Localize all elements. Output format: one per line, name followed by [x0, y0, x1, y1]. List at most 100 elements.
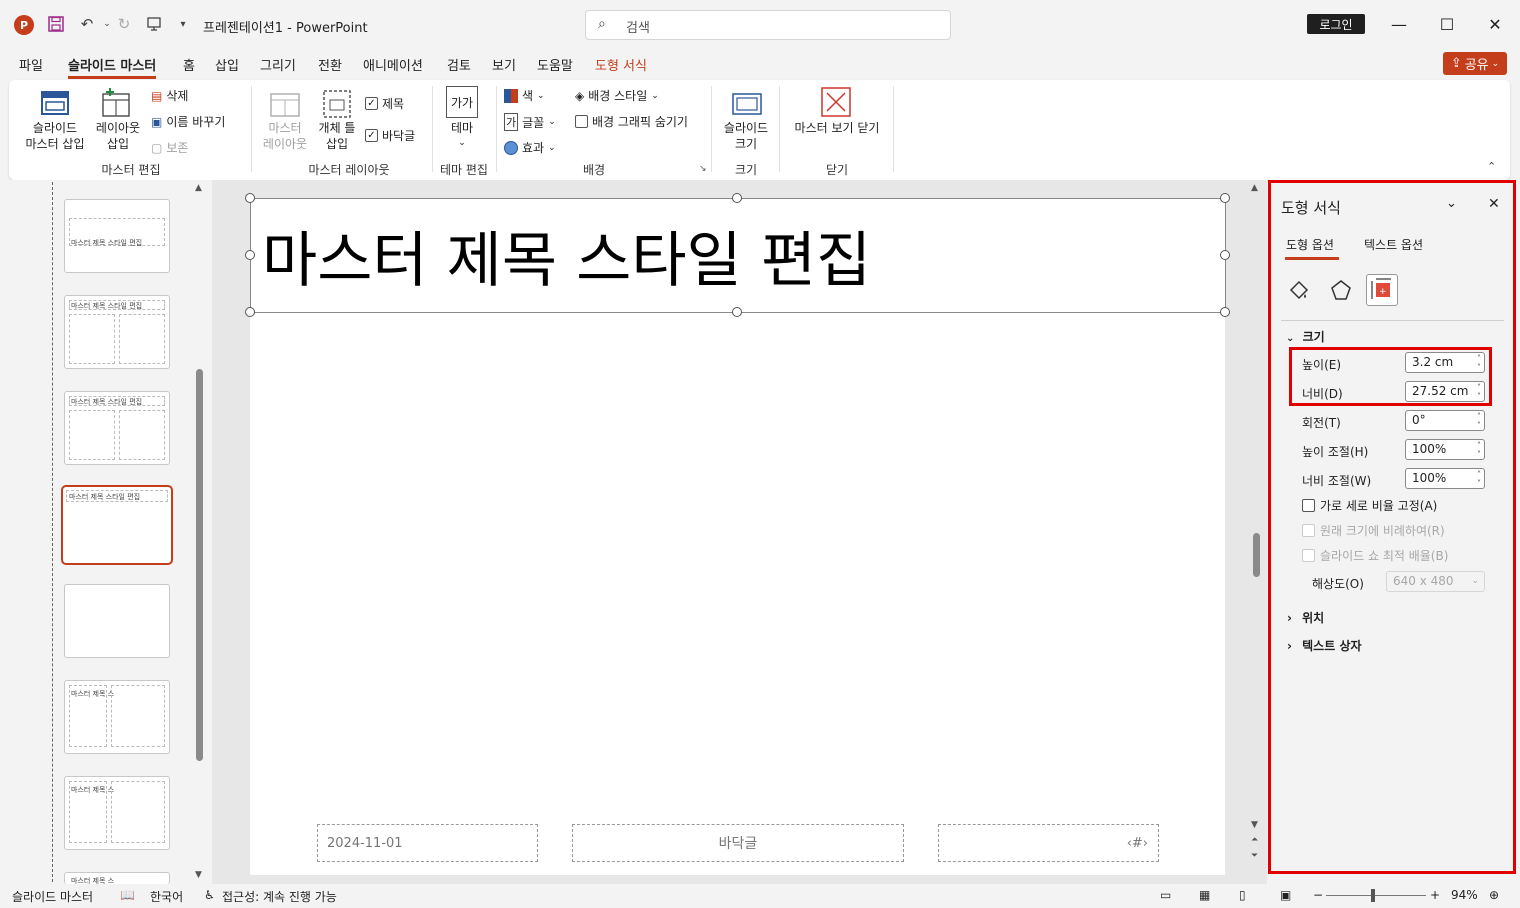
master-layout-button[interactable]: 마스터 레이아웃 [257, 120, 313, 152]
next-slide-icon[interactable]: ⏷ [1251, 851, 1258, 861]
thumbnail-layout[interactable]: 마스터 제목 스 [64, 872, 170, 885]
scrollbar-thumb[interactable] [196, 369, 203, 761]
effects-button[interactable]: 효과 ⌄ [504, 139, 556, 156]
resize-handle[interactable] [245, 250, 255, 260]
scale-height-input[interactable]: 100% ˄ ˅ [1405, 439, 1485, 460]
tab-transitions[interactable]: 전환 [318, 55, 342, 74]
spinner-arrows-icon[interactable]: ˄ ˅ [1477, 412, 1481, 430]
rename-button[interactable]: ▣ 이름 바꾸기 [151, 113, 225, 130]
resize-handle[interactable] [1220, 250, 1230, 260]
relative-original-checkbox[interactable]: 원래 크기에 비례하여(R) [1302, 522, 1445, 539]
fit-to-window-icon[interactable]: ⊕ [1489, 888, 1499, 902]
slide-size-button[interactable]: 슬라이드 크기 [716, 120, 776, 152]
previous-slide-icon[interactable]: ⏶ [1251, 835, 1258, 845]
accessibility-status[interactable]: 접근성: 계속 진행 가능 [222, 888, 337, 905]
slide-title[interactable]: 마스터 제목 스타일 편집 [262, 212, 871, 299]
thumbnail-layout[interactable]: 마스터 제목 스 [64, 680, 170, 754]
tab-review[interactable]: 검토 [447, 55, 471, 74]
collapse-ribbon-icon[interactable]: ⌃ [1487, 160, 1496, 173]
slide-scrollbar[interactable]: ▲ ▼ ⏶ ⏷ [1248, 183, 1264, 873]
share-button[interactable]: ⇪ 공유 ⌄ [1443, 52, 1507, 75]
scroll-down-icon[interactable]: ▼ [1251, 820, 1258, 830]
zoom-in-icon[interactable]: + [1430, 888, 1440, 902]
close-master-view-button[interactable]: 마스터 보기 닫기 [784, 120, 890, 136]
undo-icon[interactable]: ↶ [76, 13, 98, 35]
scroll-down-icon[interactable]: ▼ [195, 870, 202, 880]
scrollbar-thumb[interactable] [1253, 533, 1260, 577]
preserve-button[interactable]: ▢ 보존 [151, 139, 188, 156]
resolution-dropdown[interactable]: 640 x 480 ⌄ [1386, 571, 1485, 592]
reading-view-icon[interactable]: ▯ [1239, 888, 1246, 902]
accessibility-icon[interactable]: ♿ [204, 888, 215, 902]
title-checkbox[interactable]: ✓ 제목 [365, 95, 404, 112]
login-button[interactable]: 로그인 [1307, 14, 1365, 34]
thumbnail-layout[interactable]: 마스터 제목 스 [64, 776, 170, 850]
spinner-arrows-icon[interactable]: ˄ ˅ [1477, 441, 1481, 459]
spinner-arrows-icon[interactable]: ˄ ˅ [1477, 470, 1481, 488]
close-icon[interactable]: ✕ [1483, 12, 1507, 36]
pane-close-icon[interactable]: ✕ [1488, 196, 1500, 212]
fonts-button[interactable]: 가 글꼴 ⌄ [504, 113, 556, 131]
fill-line-icon[interactable] [1287, 278, 1311, 302]
tab-shape-format[interactable]: 도형 서식 [595, 55, 647, 74]
pane-options-chevron-icon[interactable]: ⌄ [1446, 196, 1457, 211]
tab-shape-options[interactable]: 도형 옵션 [1286, 236, 1334, 253]
search-input[interactable]: ⌕ 검색 [585, 10, 951, 40]
zoom-out-icon[interactable]: − [1313, 888, 1323, 902]
delete-button[interactable]: ▤ 삭제 [151, 87, 188, 104]
tab-animations[interactable]: 애니메이션 [363, 55, 423, 74]
thumbnail-layout-selected[interactable]: 마스터 제목 스타일 편집 [61, 485, 173, 565]
resize-handle[interactable] [245, 193, 255, 203]
effects-pentagon-icon[interactable] [1329, 278, 1353, 302]
resize-handle[interactable] [1220, 193, 1230, 203]
tab-draw[interactable]: 그리기 [260, 55, 296, 74]
scale-width-input[interactable]: 100% ˄ ˅ [1405, 468, 1485, 489]
tab-text-options[interactable]: 텍스트 옵션 [1364, 236, 1423, 253]
tab-help[interactable]: 도움말 [537, 55, 573, 74]
redo-icon[interactable]: ↻ [113, 13, 135, 35]
background-styles-button[interactable]: ◈ 배경 스타일 ⌄ [575, 87, 659, 104]
resize-handle[interactable] [245, 307, 255, 317]
size-properties-icon[interactable]: + [1366, 274, 1398, 306]
rotation-input[interactable]: 0° ˄ ˅ [1405, 410, 1485, 431]
slide-sorter-icon[interactable]: ▦ [1199, 888, 1210, 902]
tab-file[interactable]: 파일 [19, 55, 43, 74]
slideshow-icon[interactable]: ▣ [1280, 888, 1291, 902]
themes-button[interactable]: 테마 [440, 120, 484, 136]
hide-background-graphics-checkbox[interactable]: 배경 그래픽 숨기기 [575, 113, 688, 130]
scroll-up-icon[interactable]: ▲ [1251, 183, 1258, 193]
customize-qat-icon[interactable]: ▾ [172, 13, 194, 35]
zoom-slider[interactable] [1326, 895, 1426, 896]
thumbnail-layout[interactable] [64, 584, 170, 658]
thumbnail-master[interactable]: 마스터 제목 스타일 편집 [64, 199, 170, 273]
date-placeholder[interactable]: 2024-11-01 [317, 824, 538, 862]
insert-slide-master-button[interactable]: 슬라이드 마스터 삽입 [23, 120, 87, 152]
resize-handle[interactable] [732, 307, 742, 317]
tab-view[interactable]: 보기 [492, 55, 516, 74]
section-position-header[interactable]: › 위치 [1287, 609, 1324, 626]
insert-placeholder-button[interactable]: 개체 틀 삽입 [311, 120, 363, 152]
zoom-level[interactable]: 94% [1451, 888, 1478, 902]
from-beginning-icon[interactable] [143, 13, 165, 35]
tab-home[interactable]: 홈 [183, 55, 195, 74]
language-indicator[interactable]: 한국어 [150, 888, 183, 905]
scroll-up-icon[interactable]: ▲ [195, 183, 202, 193]
colors-button[interactable]: 색 ⌄ [504, 87, 545, 104]
thumbnail-layout[interactable]: 마스터 제목 스타일 편집 [64, 391, 170, 465]
thumbnail-scrollbar[interactable]: ▲ ▼ [194, 183, 206, 883]
section-textbox-header[interactable]: › 텍스트 상자 [1287, 637, 1362, 654]
minimize-icon[interactable]: — [1387, 12, 1411, 36]
lock-aspect-ratio-checkbox[interactable]: 가로 세로 비율 고정(A) [1302, 497, 1437, 514]
normal-view-icon[interactable]: ▭ [1160, 888, 1171, 902]
section-size-header[interactable]: ⌄ 크기 [1286, 328, 1325, 345]
save-icon[interactable] [45, 13, 67, 35]
thumbnail-layout[interactable]: 마스터 제목 스타일 편집 [64, 295, 170, 369]
tab-slide-master[interactable]: 슬라이드 마스터 [68, 55, 157, 79]
spelling-icon[interactable]: 📖 [120, 888, 135, 902]
resize-handle[interactable] [732, 193, 742, 203]
maximize-icon[interactable]: ☐ [1435, 12, 1459, 36]
dialog-launcher-icon[interactable]: ↘ [699, 164, 707, 174]
tab-insert[interactable]: 삽입 [215, 55, 239, 74]
resize-handle[interactable] [1220, 307, 1230, 317]
footer-checkbox[interactable]: ✓ 바닥글 [365, 127, 415, 144]
